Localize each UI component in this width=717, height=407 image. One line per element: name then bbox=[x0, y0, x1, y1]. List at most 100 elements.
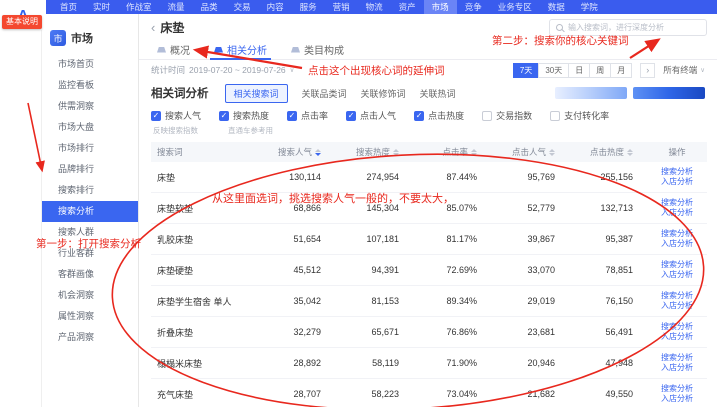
search-input[interactable] bbox=[568, 23, 700, 32]
top-nav-item[interactable]: 竞争 bbox=[457, 0, 490, 14]
sidebar-item[interactable]: 市场首页 bbox=[42, 54, 138, 75]
search-analysis-link[interactable]: 搜索分析 bbox=[661, 291, 693, 301]
sidebar-item[interactable]: 行业客群 bbox=[42, 243, 138, 264]
tab-label: 相关分析 bbox=[227, 42, 267, 57]
date-range-button[interactable]: 月 bbox=[610, 63, 632, 78]
search-analysis-link[interactable]: 搜索分析 bbox=[661, 322, 693, 332]
metric-checkbox[interactable]: 支付转化率 bbox=[550, 109, 609, 122]
metric-checkbox[interactable]: 搜索热度 bbox=[219, 109, 269, 122]
column-header-ctr[interactable]: 点击率 bbox=[413, 146, 491, 158]
sidebar-item[interactable]: 品牌排行 bbox=[42, 159, 138, 180]
search-analysis-link[interactable]: 搜索分析 bbox=[661, 229, 693, 239]
sidebar-item[interactable]: 客群画像 bbox=[42, 264, 138, 285]
keyword-cell: 榻榻米床垫 bbox=[151, 357, 257, 370]
metric-checkbox[interactable]: 交易指数 bbox=[482, 109, 532, 122]
checkbox-icon bbox=[414, 111, 424, 121]
ctr-cell: 73.04% bbox=[413, 389, 491, 399]
sidebar-item[interactable]: 市场排行 bbox=[42, 138, 138, 159]
guide-badge[interactable]: 基本说明 bbox=[2, 15, 42, 29]
store-analysis-link[interactable]: 入店分析 bbox=[661, 270, 693, 280]
date-range-button[interactable]: 7天 bbox=[513, 63, 539, 78]
search-analysis-link[interactable]: 搜索分析 bbox=[661, 384, 693, 394]
metric-checkbox-list: 搜索人气 搜索热度 点击率 点击人气 bbox=[151, 109, 705, 122]
store-analysis-link[interactable]: 入店分析 bbox=[661, 332, 693, 342]
click-heat-cell: 56,491 bbox=[569, 327, 647, 337]
store-analysis-link[interactable]: 入店分析 bbox=[661, 301, 693, 311]
column-header-click-heat[interactable]: 点击热度 bbox=[569, 146, 647, 158]
sidebar-item[interactable]: 产品洞察 bbox=[42, 327, 138, 348]
store-analysis-link[interactable]: 入店分析 bbox=[661, 394, 693, 404]
word-type-tab[interactable]: 关联热词 bbox=[420, 84, 456, 103]
top-nav-item[interactable]: 业务专区 bbox=[490, 0, 540, 14]
sidebar-item[interactable]: 市场大盘 bbox=[42, 117, 138, 138]
column-header-click-popularity[interactable]: 点击人气 bbox=[491, 146, 569, 158]
analysis-tab[interactable]: 类目构成 bbox=[279, 40, 356, 59]
word-type-tab[interactable]: 相关搜索词 bbox=[225, 84, 288, 103]
search-popularity-cell: 28,707 bbox=[257, 389, 335, 399]
metric-label: 点击人气 bbox=[360, 109, 396, 122]
top-nav-item[interactable]: 作战室 bbox=[118, 0, 160, 14]
row-actions: 搜索分析 入店分析 bbox=[647, 260, 707, 280]
top-nav-item[interactable]: 实时 bbox=[85, 0, 118, 14]
search-analysis-link[interactable]: 搜索分析 bbox=[661, 353, 693, 363]
date-range-button[interactable]: 日 bbox=[568, 63, 590, 78]
stat-time-label: 统计时间 bbox=[151, 64, 185, 76]
sidebar-item[interactable]: 供需洞察 bbox=[42, 96, 138, 117]
search-heat-cell: 58,119 bbox=[335, 358, 413, 368]
top-nav-item[interactable]: 品类 bbox=[193, 0, 226, 14]
analysis-tab[interactable]: 概况 bbox=[145, 40, 202, 59]
search-analysis-link[interactable]: 搜索分析 bbox=[661, 167, 693, 177]
store-analysis-link[interactable]: 入店分析 bbox=[661, 239, 693, 249]
sidebar-item[interactable]: 搜索人群 bbox=[42, 222, 138, 243]
stat-time-selector[interactable]: 统计时间 2019-07-20 ~ 2019-07-26 ∨ bbox=[151, 64, 294, 76]
search-analysis-link[interactable]: 搜索分析 bbox=[661, 260, 693, 270]
top-nav-item[interactable]: 营销 bbox=[325, 0, 358, 14]
date-range-button[interactable]: 30天 bbox=[538, 63, 569, 78]
next-period-button[interactable]: › bbox=[640, 63, 655, 78]
sort-icon bbox=[627, 149, 633, 156]
search-icon bbox=[556, 24, 563, 31]
search-heat-cell: 94,391 bbox=[335, 265, 413, 275]
keyword-cell: 床垫学生宿舍 单人 bbox=[151, 295, 257, 308]
top-nav-item[interactable]: 内容 bbox=[259, 0, 292, 14]
word-type-tab[interactable]: 关联修饰词 bbox=[361, 84, 406, 103]
metric-label: 搜索热度 bbox=[233, 109, 269, 122]
search-analysis-link[interactable]: 搜索分析 bbox=[661, 198, 693, 208]
top-nav-item[interactable]: 交易 bbox=[226, 0, 259, 14]
top-nav-item[interactable]: 流量 bbox=[160, 0, 193, 14]
top-nav-item[interactable]: 学院 bbox=[573, 0, 606, 14]
top-nav-item[interactable]: 服务 bbox=[292, 0, 325, 14]
top-nav-item[interactable]: 物流 bbox=[358, 0, 391, 14]
table-row: 床垫 130,114 274,954 87.44% 95,769 255,156… bbox=[151, 162, 707, 193]
keyword-search-box[interactable] bbox=[549, 19, 707, 36]
metric-checkbox[interactable]: 点击率 bbox=[287, 109, 328, 122]
column-header-search-popularity[interactable]: 搜索人气 bbox=[257, 146, 335, 158]
word-type-tab[interactable]: 关联品类词 bbox=[302, 84, 347, 103]
sort-icon bbox=[315, 149, 321, 156]
store-analysis-link[interactable]: 入店分析 bbox=[661, 177, 693, 187]
keyword-cell: 乳胶床垫 bbox=[151, 233, 257, 246]
top-nav-item[interactable]: 市场 bbox=[424, 0, 457, 14]
metric-checkbox[interactable]: 点击人气 bbox=[346, 109, 396, 122]
terminal-dropdown[interactable]: 所有终端 ∨ bbox=[663, 64, 705, 76]
analysis-tab[interactable]: 相关分析 bbox=[202, 40, 279, 59]
top-nav-item[interactable]: 首页 bbox=[52, 0, 85, 14]
sidebar-item[interactable]: 属性洞察 bbox=[42, 306, 138, 327]
metric-checkbox[interactable]: 搜索人气 bbox=[151, 109, 201, 122]
search-popularity-cell: 32,279 bbox=[257, 327, 335, 337]
sidebar-item[interactable]: 搜索分析 bbox=[42, 201, 138, 222]
date-range-button[interactable]: 周 bbox=[589, 63, 611, 78]
store-analysis-link[interactable]: 入店分析 bbox=[661, 208, 693, 218]
top-nav-item[interactable]: 资产 bbox=[391, 0, 424, 14]
top-nav-item[interactable]: 数据 bbox=[540, 0, 573, 14]
column-header-search-heat[interactable]: 搜索热度 bbox=[335, 146, 413, 158]
sidebar-item[interactable]: 监控看板 bbox=[42, 75, 138, 96]
click-heat-cell: 78,851 bbox=[569, 265, 647, 275]
row-actions: 搜索分析 入店分析 bbox=[647, 167, 707, 187]
sidebar-item[interactable]: 机会洞察 bbox=[42, 285, 138, 306]
ctr-cell: 81.17% bbox=[413, 234, 491, 244]
store-analysis-link[interactable]: 入店分析 bbox=[661, 363, 693, 373]
metric-checkbox[interactable]: 点击热度 bbox=[414, 109, 464, 122]
sidebar-item[interactable]: 搜索排行 bbox=[42, 180, 138, 201]
back-icon[interactable]: ‹ bbox=[151, 21, 155, 34]
